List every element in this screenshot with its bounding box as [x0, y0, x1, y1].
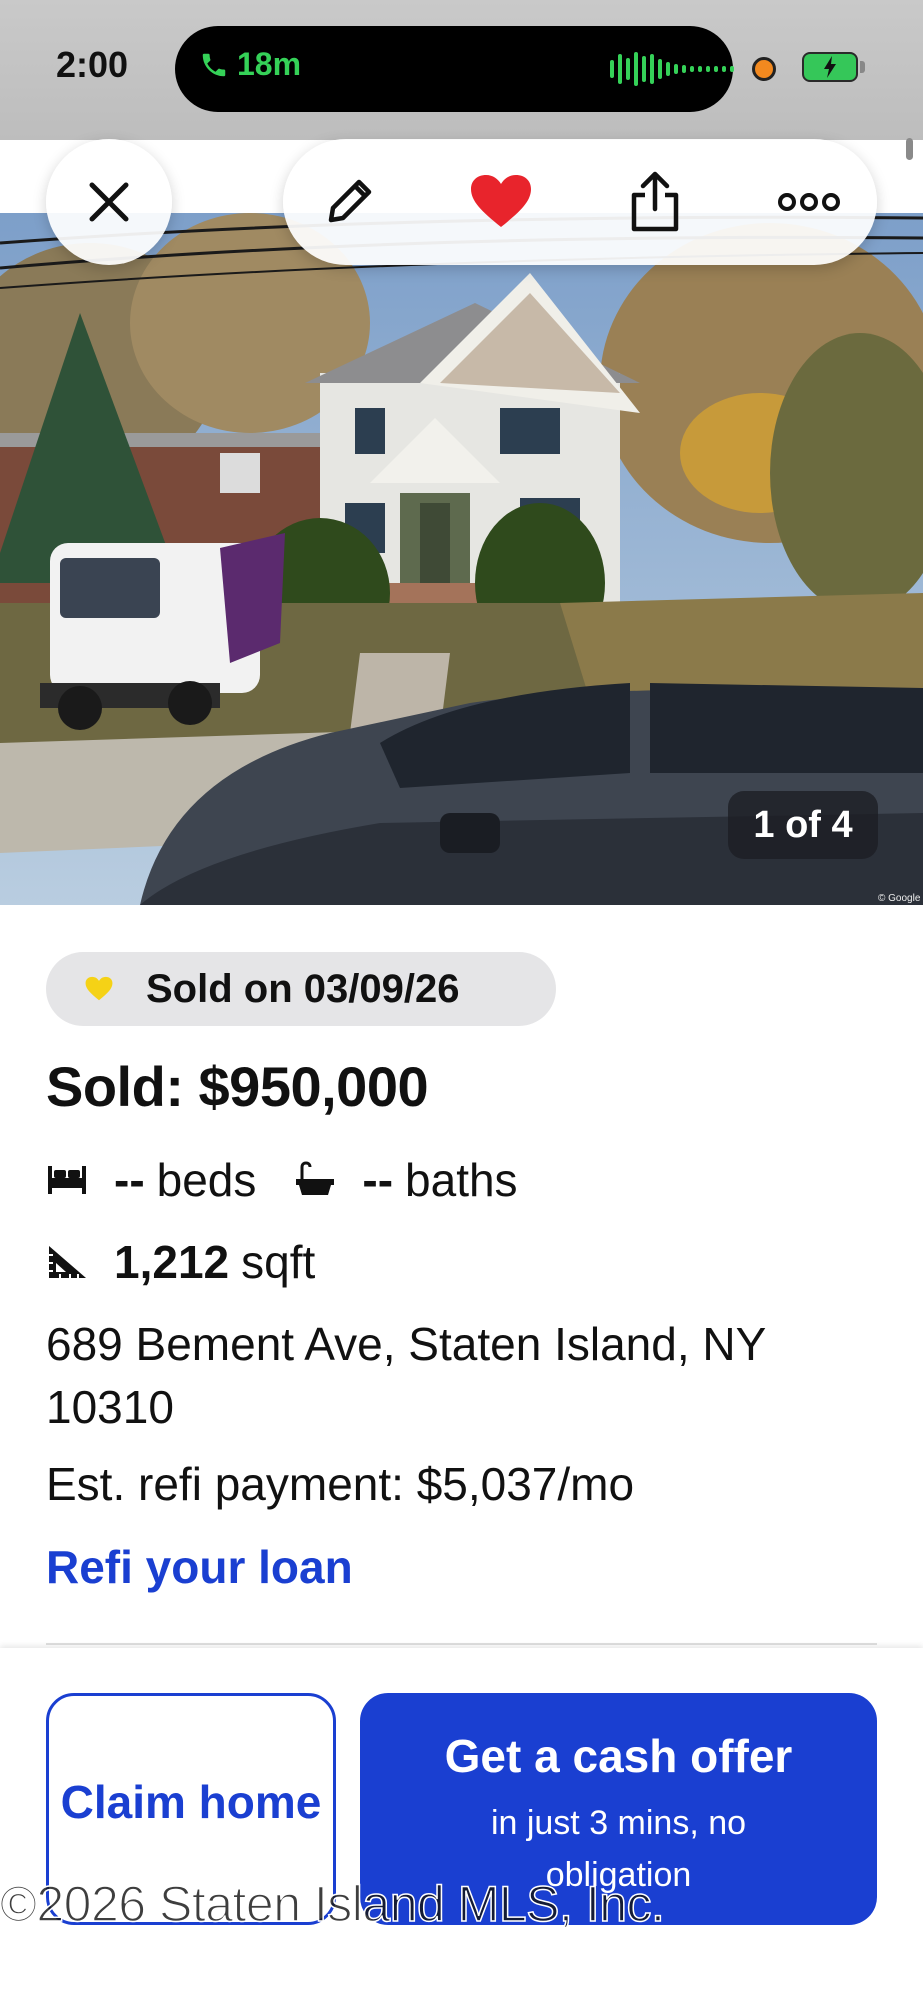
sqft-row: 1,212 sqft: [46, 1232, 315, 1292]
ruler-triangle-icon: [46, 1242, 92, 1282]
phone-icon: [202, 53, 226, 76]
call-duration: 18m: [237, 46, 302, 82]
battery-charging-icon: [802, 52, 858, 82]
bathtub-icon: [294, 1160, 340, 1200]
more-options-button[interactable]: [777, 170, 841, 234]
heart-icon: [84, 974, 114, 1004]
close-button[interactable]: [46, 139, 172, 265]
photo-counter: 1 of 4: [728, 791, 878, 859]
status-bar: 2:00 18m: [0, 0, 923, 140]
share-icon: [631, 171, 679, 232]
heart-filled-icon: [471, 175, 531, 227]
cash-offer-title: Get a cash offer: [444, 1730, 793, 1782]
share-button[interactable]: [623, 170, 687, 234]
recording-indicator-icon: [752, 57, 776, 81]
sqft-value: 1,212: [114, 1236, 230, 1288]
more-icon: [778, 193, 840, 211]
beds-label: beds: [156, 1154, 257, 1206]
listing-action-bar: [283, 139, 877, 265]
call-indicator: 18m: [199, 46, 301, 83]
beds-value: --: [114, 1154, 145, 1206]
dynamic-island[interactable]: 18m: [175, 26, 734, 112]
sold-date: Sold on 03/09/26: [146, 966, 460, 1011]
sqft-label: sqft: [241, 1236, 316, 1288]
baths-label: baths: [405, 1154, 518, 1206]
pencil-icon: [328, 179, 372, 223]
photo-credit: © Google: [878, 893, 921, 904]
baths-value: --: [362, 1154, 394, 1206]
sold-price: Sold: $950,000: [46, 1055, 429, 1118]
status-time: 2:00: [56, 44, 129, 85]
favorite-button[interactable]: [469, 170, 533, 234]
bed-icon: [46, 1160, 92, 1200]
scroll-indicator[interactable]: [906, 138, 913, 160]
close-icon: [89, 182, 129, 222]
beds-baths-row: -- beds -- baths: [46, 1150, 518, 1210]
refi-loan-link[interactable]: Refi your loan: [46, 1540, 353, 1594]
refi-payment-estimate: Est. refi payment: $5,037/mo: [46, 1458, 635, 1510]
property-address: 689 Bement Ave, Staten Island, NY 10310: [46, 1318, 766, 1433]
mls-copyright-watermark: ©2026 Staten Island MLS, Inc.: [0, 1875, 666, 1933]
edit-button[interactable]: [317, 170, 381, 234]
divider: [46, 1643, 877, 1645]
audio-waveform-icon: [610, 52, 734, 86]
sold-status-badge: Sold on 03/09/26: [46, 952, 556, 1026]
